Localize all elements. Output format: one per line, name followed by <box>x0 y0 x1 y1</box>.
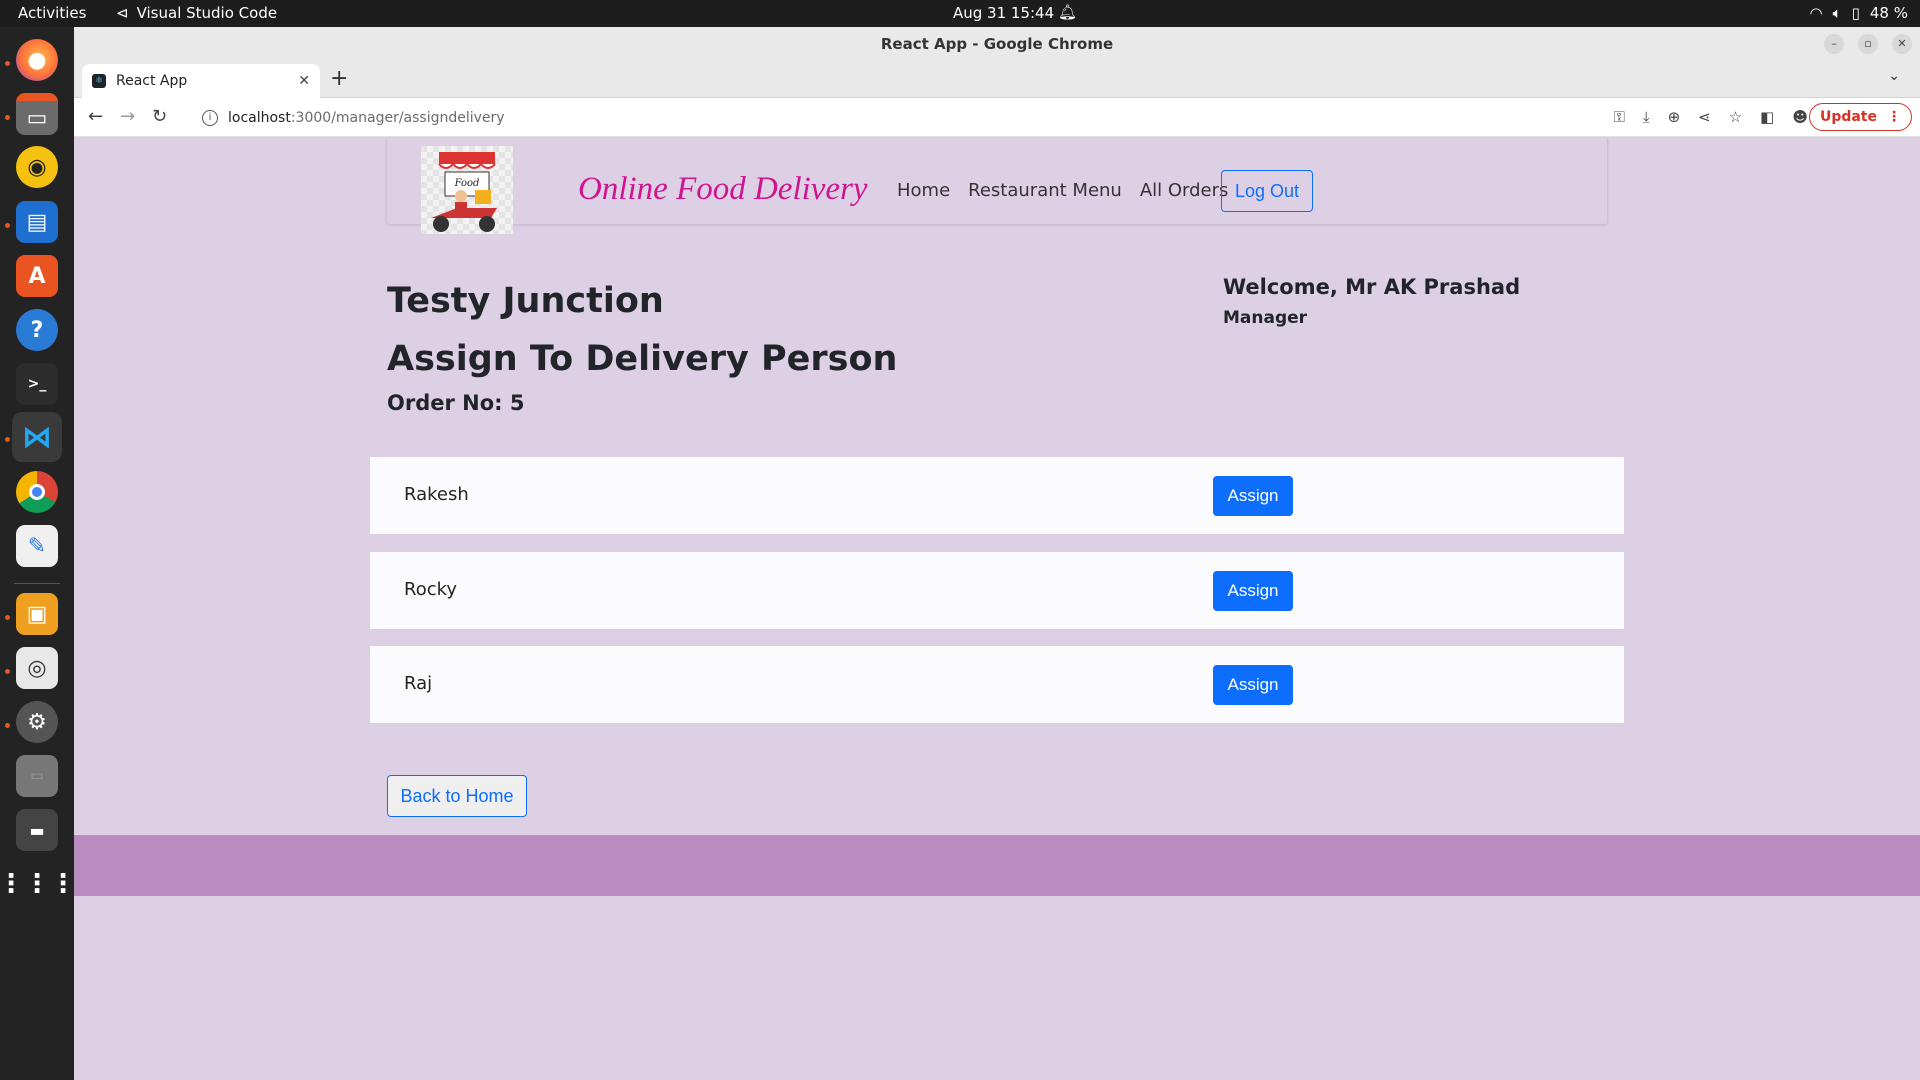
delivery-person-name: Rakesh <box>404 484 469 505</box>
update-label: Update <box>1819 109 1877 125</box>
react-favicon-icon: ⚛ <box>92 74 106 88</box>
site-navbar: Food Online Food Delivery Home Restauran… <box>386 138 1608 234</box>
app-center-icon[interactable]: A <box>12 251 62 301</box>
tab-close-icon[interactable]: ✕ <box>298 73 310 89</box>
new-tab-icon[interactable]: + <box>330 66 348 91</box>
dock-separator <box>14 583 60 584</box>
battery-percent: 48 % <box>1869 4 1908 22</box>
chrome-window: React App - Google Chrome – ▫ ✕ ⚛ React … <box>74 27 1920 1080</box>
delivery-person-name: Rocky <box>404 579 458 600</box>
food-delivery-logo[interactable]: Food <box>421 146 513 234</box>
focused-app-menu[interactable]: ⊲ Visual Studio Code <box>116 4 277 22</box>
vscode-small-icon: ⊲ <box>116 4 129 22</box>
order-number: Order No: 5 <box>387 391 525 415</box>
logo-illustration: Food <box>431 152 497 232</box>
system-top-bar: Activities ⊲ Visual Studio Code Aug 31 1… <box>0 0 1920 27</box>
brand-title[interactable]: Online Food Delivery <box>578 171 868 208</box>
system-tray[interactable]: ◠ 🔈︎ ▯ 48 % <box>1810 4 1908 22</box>
url-path: :3000/manager/assigndelivery <box>290 109 505 126</box>
page-footer <box>74 835 1920 896</box>
running-indicator <box>5 437 10 442</box>
side-panel-icon[interactable]: ◧ <box>1760 108 1774 126</box>
window-controls: – ▫ ✕ <box>1824 34 1912 54</box>
assign-button[interactable]: Assign <box>1213 665 1293 705</box>
delivery-person-row: Rakesh Assign <box>370 457 1624 534</box>
delivery-person-name: Raj <box>404 673 433 694</box>
key-icon[interactable]: ⚿ <box>1614 108 1625 126</box>
app-grid-icon[interactable]: ⋮⋮⋮ <box>0 859 76 909</box>
firefox-icon[interactable]: ● <box>12 35 62 85</box>
impress-icon[interactable]: ▣ <box>12 589 62 639</box>
update-button[interactable]: Update ⋮ <box>1808 103 1912 131</box>
site-info-icon[interactable]: i <box>202 109 218 126</box>
delivery-person-row: Rocky Assign <box>370 552 1624 629</box>
install-icon[interactable]: ⤓ <box>1643 108 1650 126</box>
settings-icon[interactable]: ⚙ <box>12 697 62 747</box>
chrome-icon[interactable] <box>12 467 62 517</box>
zoom-icon[interactable]: ⊕ <box>1668 108 1681 126</box>
tab-search-chevron-icon[interactable]: ⌄ <box>1888 68 1900 84</box>
forward-arrow-icon[interactable]: → <box>120 106 135 127</box>
page-title: Assign To Delivery Person <box>387 339 898 379</box>
activities-button[interactable]: Activities <box>18 4 86 22</box>
help-icon[interactable]: ? <box>12 305 62 355</box>
delivery-person-row: Raj Assign <box>370 646 1624 723</box>
bookmark-star-icon[interactable]: ☆ <box>1729 108 1742 126</box>
notification-bell-icon: 🔔︎ <box>1058 3 1078 21</box>
maximize-icon[interactable]: ▫ <box>1858 34 1878 54</box>
browser-toolbar: ← → ↻ i localhost :3000/manager/assignde… <box>74 98 1920 137</box>
running-indicator <box>5 723 10 728</box>
trash-icon[interactable]: ▬ <box>12 805 62 855</box>
focused-app-label: Visual Studio Code <box>136 4 278 22</box>
vscode-icon[interactable]: ⋈ <box>12 412 62 462</box>
nav-link-restaurant-menu[interactable]: Restaurant Menu <box>968 180 1122 201</box>
url-host: localhost <box>228 109 291 126</box>
battery-icon: ▯ <box>1851 4 1860 22</box>
user-role: Manager <box>1223 308 1308 328</box>
profile-avatar-icon[interactable]: ☻ <box>1792 108 1808 126</box>
running-indicator <box>5 61 10 66</box>
reload-icon[interactable]: ↻ <box>152 106 167 127</box>
document-viewer-icon[interactable]: ◎ <box>12 643 62 693</box>
share-icon[interactable]: ⋖ <box>1698 108 1711 126</box>
window-titlebar[interactable]: React App - Google Chrome – ▫ ✕ <box>74 27 1920 61</box>
nav-link-all-orders[interactable]: All Orders <box>1140 180 1229 201</box>
web-page: Food Online Food Delivery Home Restauran… <box>74 138 1920 1080</box>
volume-icon: 🔈︎ <box>1832 4 1842 22</box>
ubuntu-dock: ● ▭ ◉ ▤ A ? >_ ⋈ ✎ ▣ ◎ ⚙ ▭ ▬ ⋮⋮⋮ <box>0 27 76 1080</box>
toolbar-icons: ⚿ ⤓ ⊕ ⋖ ☆ ◧ ☻ <box>1614 108 1809 126</box>
address-bar[interactable]: i localhost :3000/manager/assigndelivery <box>186 102 1656 133</box>
assign-button[interactable]: Assign <box>1213 476 1293 516</box>
files-icon[interactable]: ▭ <box>12 89 62 139</box>
minimize-icon[interactable]: – <box>1824 34 1844 54</box>
back-arrow-icon[interactable]: ← <box>88 106 103 127</box>
restaurant-name: Testy Junction <box>387 281 664 321</box>
nav-link-home[interactable]: Home <box>897 180 950 201</box>
tab-react-app[interactable]: ⚛ React App ✕ <box>82 64 320 98</box>
running-indicator <box>5 669 10 674</box>
tab-strip: ⚛ React App ✕ + ⌄ <box>74 61 1920 98</box>
back-to-home-button[interactable]: Back to Home <box>387 775 527 817</box>
nav-links: Home Restaurant Menu All Orders <box>897 180 1228 201</box>
ssd-icon[interactable]: ▭ <box>12 751 62 801</box>
close-icon[interactable]: ✕ <box>1892 34 1912 54</box>
running-indicator <box>5 615 10 620</box>
logout-button[interactable]: Log Out <box>1221 170 1313 212</box>
text-editor-icon[interactable]: ✎ <box>12 521 62 571</box>
running-indicator <box>5 115 10 120</box>
svg-text:Food: Food <box>454 178 480 189</box>
kebab-menu-icon: ⋮ <box>1887 109 1901 125</box>
clock[interactable]: Aug 31 15:44 <box>953 4 1054 22</box>
rhythmbox-icon[interactable]: ◉ <box>12 142 62 192</box>
window-title: React App - Google Chrome <box>880 35 1114 53</box>
terminal-icon[interactable]: >_ <box>12 359 62 409</box>
welcome-message: Welcome, Mr AK Prashad <box>1223 275 1521 299</box>
writer-icon[interactable]: ▤ <box>12 197 62 247</box>
assign-button[interactable]: Assign <box>1213 571 1293 611</box>
running-indicator <box>5 223 10 228</box>
wifi-icon: ◠ <box>1809 4 1823 22</box>
tab-title: React App <box>116 73 188 89</box>
